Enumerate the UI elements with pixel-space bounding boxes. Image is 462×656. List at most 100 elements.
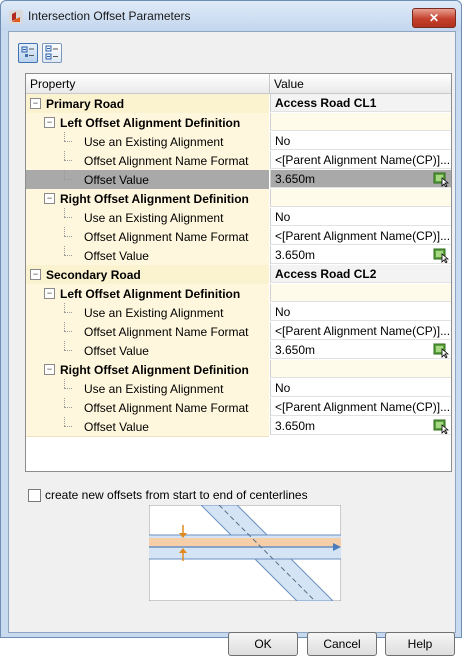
help-button[interactable]: Help	[385, 632, 455, 656]
property-value-cell[interactable]: 3.650m	[270, 170, 451, 188]
tree-trunk-line	[64, 379, 65, 388]
property-name-cell[interactable]: − Right Offset Alignment Definition	[26, 189, 269, 209]
pick-in-drawing-icon[interactable]	[433, 418, 449, 434]
property-value: No	[275, 305, 291, 319]
collapse-toggle-icon[interactable]: −	[30, 269, 41, 280]
property-row[interactable]: − Primary Road Access Road CL1	[26, 94, 451, 114]
property-row[interactable]: Offset Alignment Name Format <[Parent Ali…	[26, 398, 451, 418]
pick-in-drawing-icon[interactable]	[433, 342, 449, 358]
tree-branch-line	[64, 160, 72, 161]
property-row[interactable]: Offset Value 3.650m	[26, 417, 451, 437]
property-name-cell[interactable]: Offset Value	[26, 246, 269, 266]
tree-trunk-line	[64, 341, 65, 350]
collapse-toggle-icon[interactable]: −	[30, 98, 41, 109]
dialog-window: Intersection Offset Parameters ✕ Propert…	[0, 0, 462, 656]
property-row[interactable]: Offset Value 3.650m	[26, 246, 451, 266]
property-name-cell[interactable]: − Secondary Road	[26, 265, 269, 285]
property-label: Offset Alignment Name Format	[84, 154, 249, 168]
alphabetical-view-button[interactable]	[42, 43, 62, 63]
group-value-cell	[270, 189, 451, 207]
property-name-cell[interactable]: Offset Value	[26, 170, 269, 190]
property-row[interactable]: − Secondary Road Access Road CL2	[26, 265, 451, 285]
property-value: Access Road CL1	[275, 96, 377, 110]
property-name-cell[interactable]: Use an Existing Alignment	[26, 303, 269, 323]
property-name-cell[interactable]: Offset Alignment Name Format	[26, 227, 269, 247]
property-row[interactable]: Use an Existing Alignment No	[26, 132, 451, 152]
property-name-cell[interactable]: Use an Existing Alignment	[26, 208, 269, 228]
property-row[interactable]: Offset Alignment Name Format <[Parent Ali…	[26, 322, 451, 342]
grid-rows: − Primary Road Access Road CL1 − Left Offset…	[26, 94, 451, 437]
property-label: Use an Existing Alignment	[84, 135, 224, 149]
property-label: Use an Existing Alignment	[84, 211, 224, 225]
close-icon: ✕	[428, 11, 440, 25]
tree-trunk-line	[64, 132, 65, 141]
property-label: Offset Alignment Name Format	[84, 230, 249, 244]
categorized-view-icon	[21, 46, 34, 57]
property-row[interactable]: − Left Offset Alignment Definition	[26, 113, 451, 133]
civil-3d-app-icon	[9, 10, 23, 24]
property-value: <[Parent Alignment Name(CP)]...	[275, 229, 451, 243]
property-row[interactable]: Offset Alignment Name Format <[Parent Ali…	[26, 227, 451, 247]
property-row[interactable]: Offset Alignment Name Format <[Parent Ali…	[26, 151, 451, 171]
tree-branch-line	[64, 388, 72, 389]
tree-trunk-line	[64, 208, 65, 217]
property-row[interactable]: Offset Value 3.650m	[26, 170, 451, 190]
property-value-cell[interactable]: No	[270, 132, 451, 150]
property-row[interactable]: − Left Offset Alignment Definition	[26, 284, 451, 304]
group-value-cell	[270, 360, 451, 378]
property-value-cell[interactable]: <[Parent Alignment Name(CP)]...	[270, 322, 451, 340]
collapse-toggle-icon[interactable]: −	[44, 117, 55, 128]
property-row[interactable]: Use an Existing Alignment No	[26, 208, 451, 228]
ok-button[interactable]: OK	[228, 632, 298, 656]
title-bar[interactable]: Intersection Offset Parameters ✕	[1, 1, 461, 31]
cancel-button[interactable]: Cancel	[307, 632, 377, 656]
property-value-cell[interactable]: <[Parent Alignment Name(CP)]...	[270, 227, 451, 245]
property-name-cell[interactable]: − Right Offset Alignment Definition	[26, 360, 269, 380]
value-column-header[interactable]: Value	[274, 77, 304, 91]
group-value-cell	[270, 113, 451, 131]
property-value-cell[interactable]: <[Parent Alignment Name(CP)]...	[270, 151, 451, 169]
property-name-cell[interactable]: Offset Value	[26, 417, 269, 437]
close-button[interactable]: ✕	[412, 8, 456, 28]
property-name-cell[interactable]: Use an Existing Alignment	[26, 132, 269, 152]
property-value-cell[interactable]: No	[270, 208, 451, 226]
tree-branch-line	[64, 236, 72, 237]
property-name-cell[interactable]: Offset Value	[26, 341, 269, 361]
property-name-cell[interactable]: Offset Alignment Name Format	[26, 151, 269, 171]
property-name-cell[interactable]: Use an Existing Alignment	[26, 379, 269, 399]
tree-branch-line	[64, 350, 72, 351]
property-row[interactable]: Use an Existing Alignment No	[26, 379, 451, 399]
property-row[interactable]: Use an Existing Alignment No	[26, 303, 451, 323]
collapse-toggle-icon[interactable]: −	[44, 364, 55, 375]
column-divider[interactable]	[269, 74, 270, 93]
property-name-cell[interactable]: Offset Alignment Name Format	[26, 322, 269, 342]
tree-branch-line	[64, 312, 72, 313]
collapse-toggle-icon[interactable]: −	[44, 193, 55, 204]
property-value: <[Parent Alignment Name(CP)]...	[275, 324, 451, 338]
pick-in-drawing-icon[interactable]	[433, 247, 449, 263]
property-row[interactable]: Offset Value 3.650m	[26, 341, 451, 361]
group-value-cell: Access Road CL1	[270, 94, 451, 112]
create-offsets-checkbox[interactable]	[28, 489, 41, 502]
property-value-cell[interactable]: No	[270, 379, 451, 397]
property-value: <[Parent Alignment Name(CP)]...	[275, 153, 451, 167]
property-row[interactable]: − Right Offset Alignment Definition	[26, 189, 451, 209]
collapse-toggle-icon[interactable]: −	[44, 288, 55, 299]
property-name-cell[interactable]: − Left Offset Alignment Definition	[26, 284, 269, 304]
property-value-cell[interactable]: <[Parent Alignment Name(CP)]...	[270, 398, 451, 416]
property-value-cell[interactable]: 3.650m	[270, 341, 451, 359]
property-name-cell[interactable]: − Left Offset Alignment Definition	[26, 113, 269, 133]
property-value-cell[interactable]: 3.650m	[270, 417, 451, 435]
property-name-cell[interactable]: − Primary Road	[26, 94, 269, 114]
dialog-client-area: Property Value − Primary Road Access Road …	[8, 31, 456, 656]
property-value-cell[interactable]: 3.650m	[270, 246, 451, 264]
property-column-header[interactable]: Property	[30, 77, 75, 91]
tree-trunk-line	[64, 417, 65, 426]
property-row[interactable]: − Right Offset Alignment Definition	[26, 360, 451, 380]
property-name-cell[interactable]: Offset Alignment Name Format	[26, 398, 269, 418]
pick-in-drawing-icon[interactable]	[433, 171, 449, 187]
property-label: Right Offset Alignment Definition	[60, 363, 249, 377]
categorized-view-button[interactable]	[18, 43, 38, 63]
tree-branch-line	[64, 141, 72, 142]
property-value-cell[interactable]: No	[270, 303, 451, 321]
